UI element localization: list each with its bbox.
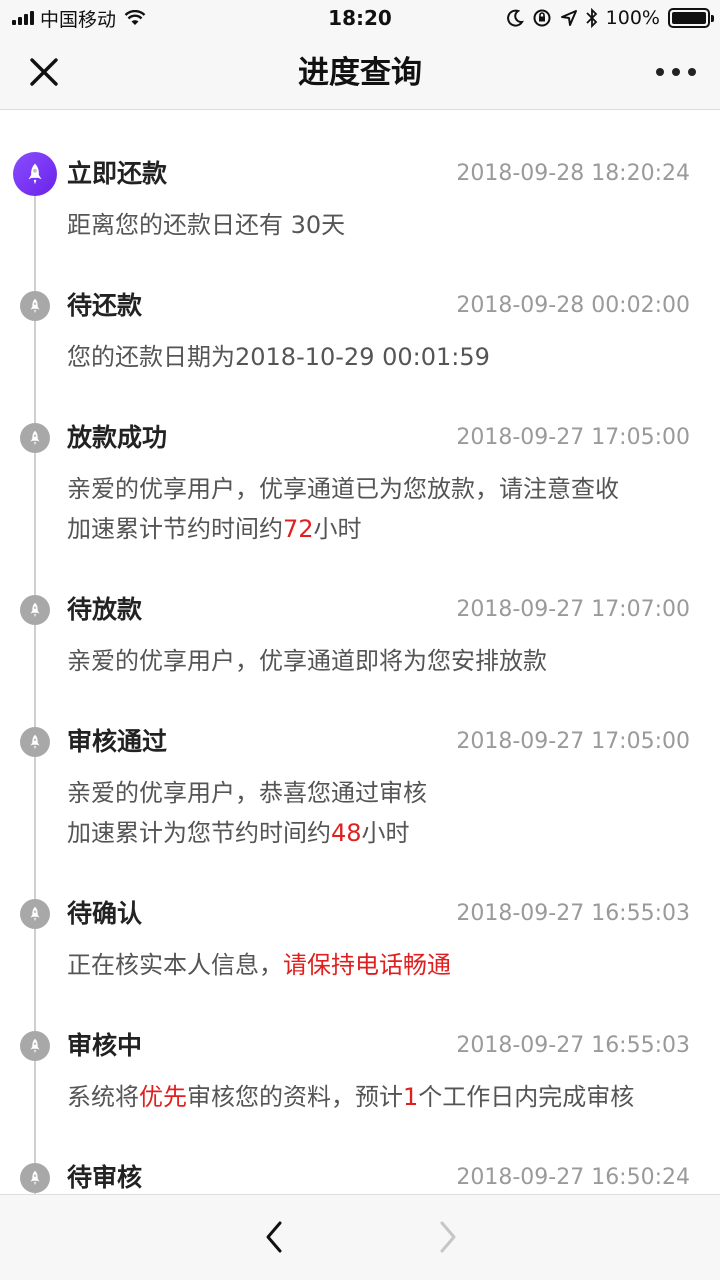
timeline-item-time: 2018-09-27 16:50:24 xyxy=(456,1165,690,1190)
rocket-icon xyxy=(20,595,50,625)
rocket-icon xyxy=(20,423,50,453)
location-icon xyxy=(560,10,577,26)
timeline-item-description: 加速累计为您节约时间约48小时 xyxy=(67,813,410,853)
timeline-item-title: 待审核 xyxy=(67,1163,143,1192)
timeline-item-title: 审核中 xyxy=(67,1031,143,1060)
timeline-item-time: 2018-09-27 16:55:03 xyxy=(456,901,690,926)
timeline-item-title: 审核通过 xyxy=(67,727,168,756)
description-text: 您的还款日期为2018-10-29 00:01:59 xyxy=(67,343,490,371)
page-title: 进度查询 xyxy=(298,55,422,91)
chevron-left-icon[interactable] xyxy=(258,1217,292,1257)
timeline-item-description: 正在核实本人信息，请保持电话畅通 xyxy=(67,945,451,985)
timeline-item-description: 加速累计节约时间约72小时 xyxy=(67,509,362,549)
description-text: 加速累计为您节约时间约 xyxy=(67,819,331,847)
timeline-item-description: 亲爱的优享用户，优享通道即将为您安排放款 xyxy=(67,641,547,681)
description-text: 审核您的资料，预计 xyxy=(187,1083,403,1111)
rocket-icon xyxy=(20,291,50,321)
nav-bar: 进度查询 xyxy=(0,36,720,110)
rocket-icon xyxy=(20,1031,50,1061)
description-text: 系统将 xyxy=(67,1083,139,1111)
rocket-icon xyxy=(20,1163,50,1193)
timeline-item-description: 亲爱的优享用户，恭喜您通过审核 xyxy=(67,773,427,813)
highlight-text: 优先 xyxy=(139,1083,187,1111)
more-icon[interactable] xyxy=(656,62,696,82)
description-text: 个工作日内完成审核 xyxy=(418,1083,635,1111)
timeline-item-title: 放款成功 xyxy=(67,423,168,452)
highlight-text: 48 xyxy=(331,819,362,847)
timeline-item-title: 立即还款 xyxy=(67,159,168,188)
bluetooth-icon xyxy=(586,8,597,28)
timeline-item-description: 亲爱的优享用户，优享通道已为您放款，请注意查收 xyxy=(67,469,619,509)
timeline-item-time: 2018-09-27 17:07:00 xyxy=(456,597,690,622)
rocket-icon xyxy=(20,899,50,929)
battery-percent: 100% xyxy=(605,7,660,29)
progress-timeline[interactable]: 立即还款 2018-09-28 18:20:24 距离您的还款日还有 30天 待还款 2… xyxy=(0,111,720,1194)
description-text: 加速累计节约时间约 xyxy=(67,515,283,543)
rotation-lock-icon xyxy=(533,9,551,27)
battery-icon xyxy=(668,8,714,28)
bottom-toolbar xyxy=(0,1194,720,1280)
timeline-item-description: 系统将优先审核您的资料，预计1个工作日内完成审核 xyxy=(67,1077,634,1117)
moon-icon xyxy=(506,9,524,27)
timeline-item-time: 2018-09-27 17:05:00 xyxy=(456,425,690,450)
timeline-item-time: 2018-09-28 00:02:00 xyxy=(456,293,690,318)
rocket-icon xyxy=(20,727,50,757)
highlight-text: 请保持电话畅通 xyxy=(283,951,451,979)
timeline-item-title: 待确认 xyxy=(67,899,143,928)
timeline-item-title: 待还款 xyxy=(67,291,143,320)
description-text: 亲爱的优享用户，恭喜您通过审核 xyxy=(67,779,427,807)
timeline-item-time: 2018-09-27 17:05:00 xyxy=(456,729,690,754)
timeline-item-description: 您的还款日期为2018-10-29 00:01:59 xyxy=(67,337,490,377)
description-text: 小时 xyxy=(313,515,362,543)
chevron-right-icon xyxy=(440,1221,456,1253)
rocket-icon xyxy=(13,152,57,196)
timeline-item-description: 距离您的还款日还有 30天 xyxy=(67,205,345,245)
description-text: 小时 xyxy=(361,819,410,847)
description-text: 距离您的还款日还有 30天 xyxy=(67,211,346,239)
timeline-item-title: 待放款 xyxy=(67,595,143,624)
timeline-item-time: 2018-09-28 18:20:24 xyxy=(456,161,690,186)
highlight-text: 72 xyxy=(283,515,314,543)
description-text: 亲爱的优享用户，优享通道即将为您安排放款 xyxy=(67,647,547,675)
description-text: 亲爱的优享用户，优享通道已为您放款，请注意查收 xyxy=(67,475,619,503)
highlight-text: 1 xyxy=(403,1083,419,1111)
status-bar: 中国移动 18:20 100% xyxy=(0,0,720,36)
timeline-item-time: 2018-09-27 16:55:03 xyxy=(456,1033,690,1058)
status-right: 100% xyxy=(506,6,714,30)
description-text: 正在核实本人信息， xyxy=(67,951,283,979)
